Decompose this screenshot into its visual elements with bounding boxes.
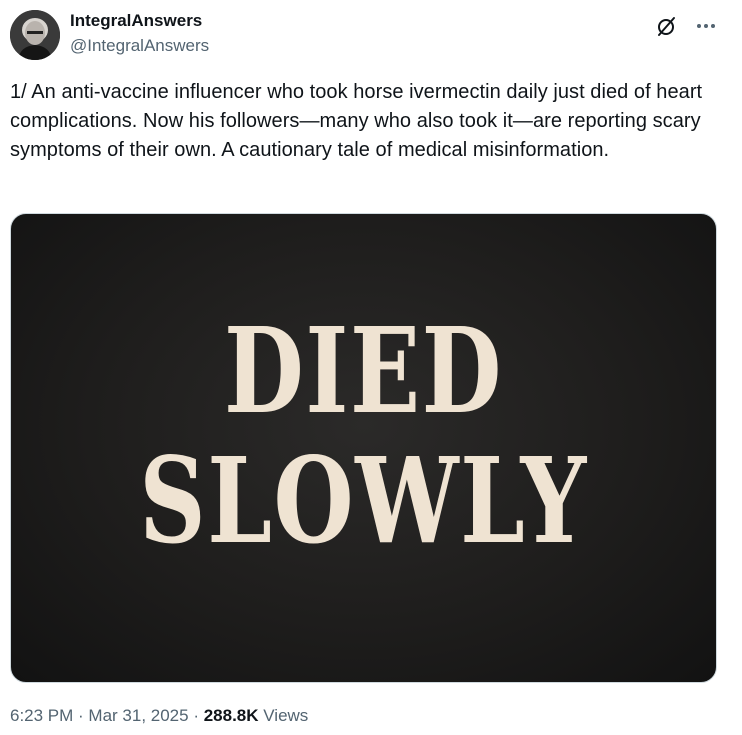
- views-label: Views: [258, 706, 309, 725]
- meta-separator: ·: [188, 706, 204, 725]
- tweet-date[interactable]: Mar 31, 2025: [88, 706, 188, 725]
- avatar-image: [10, 10, 60, 60]
- meta-separator: ·: [73, 706, 89, 725]
- media-text-line2: SLOWLY: [139, 431, 588, 570]
- tweet-time[interactable]: 6:23 PM: [10, 706, 73, 725]
- tweet-meta: 6:23 PM · Mar 31, 2025 · 288.8K Views: [10, 705, 308, 727]
- author-display-name[interactable]: IntegralAnswers: [70, 10, 202, 32]
- media-text-line1: DIED: [223, 301, 504, 440]
- grok-icon[interactable]: [655, 14, 679, 38]
- views-count[interactable]: 288.8K: [204, 706, 259, 725]
- tweet-media-image[interactable]: DIED SLOWLY: [10, 213, 717, 683]
- author-handle[interactable]: @IntegralAnswers: [70, 35, 209, 57]
- tweet-container: IntegralAnswers @IntegralAnswers 1/ An a…: [0, 0, 742, 735]
- tweet-text: 1/ An anti-vaccine influencer who took h…: [10, 81, 708, 161]
- more-horizontal-icon[interactable]: [694, 14, 718, 38]
- avatar[interactable]: [10, 10, 60, 60]
